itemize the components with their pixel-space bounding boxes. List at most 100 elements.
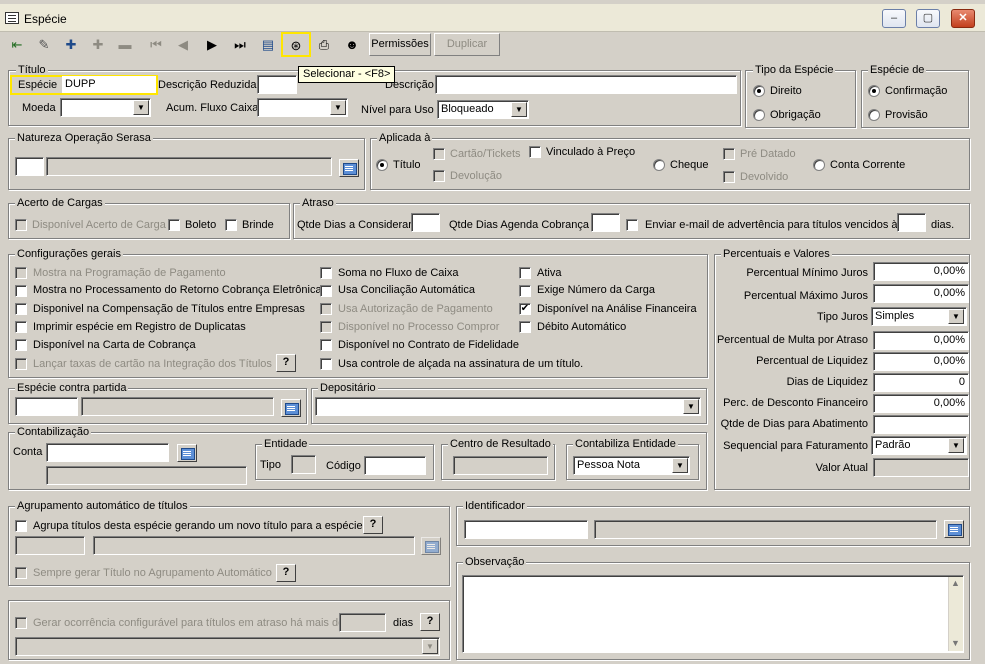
cheque-label: Cheque	[670, 159, 709, 171]
previous-record-icon[interactable]: ◀	[170, 32, 196, 57]
duplicar-button[interactable]: Duplicar	[434, 33, 500, 56]
add-icon[interactable]: ✚	[58, 32, 84, 57]
remove-icon[interactable]: ▬	[112, 32, 138, 57]
exit-icon[interactable]: ⇤	[4, 32, 30, 57]
next-record-icon[interactable]: ▶	[199, 32, 225, 57]
maximize-button[interactable]: ▢	[916, 9, 940, 28]
observacao-textarea[interactable]	[462, 575, 964, 653]
contra-partida-code-input[interactable]	[15, 397, 78, 416]
devolvido-checkbox[interactable]	[723, 171, 735, 183]
codigo-input[interactable]	[364, 456, 426, 475]
qtde-dias-label: Qtde Dias a Considerar	[297, 219, 412, 231]
sequencial-dropdown-icon[interactable]: ▼	[948, 438, 964, 453]
valor-atual-input	[873, 458, 969, 477]
especie-input[interactable]: DUPP	[62, 76, 156, 93]
moeda-dropdown-icon[interactable]: ▼	[133, 100, 149, 115]
scroll-up-icon[interactable]: ▲	[951, 578, 960, 588]
first-record-icon[interactable]: ⏮	[143, 32, 169, 57]
depositario-select[interactable]	[315, 397, 701, 416]
enviar-dias-input[interactable]	[897, 213, 926, 232]
config-checkbox[interactable]	[15, 285, 27, 297]
config-checkbox[interactable]	[15, 358, 27, 370]
close-button[interactable]: ✕	[951, 9, 975, 28]
qtde-dias-input[interactable]	[411, 213, 440, 232]
sempre-checkbox[interactable]	[15, 567, 27, 579]
descricao-reduzida-input[interactable]	[257, 75, 297, 94]
cartao-checkbox[interactable]	[433, 148, 445, 160]
disponivel-acerto-checkbox[interactable]	[15, 219, 27, 231]
ocorrencia-help-button[interactable]: ?	[420, 613, 440, 631]
config-checkbox[interactable]	[320, 321, 332, 333]
conta-corrente-radio[interactable]	[813, 159, 825, 171]
config-label: Soma no Fluxo de Caixa	[338, 267, 459, 279]
list-icon[interactable]: ▤	[255, 32, 281, 57]
boleto-checkbox[interactable]	[168, 219, 180, 231]
percentual-input[interactable]: 0,00%	[873, 331, 969, 350]
qtde-agenda-input[interactable]	[591, 213, 620, 232]
config-checkbox[interactable]	[15, 339, 27, 351]
devolucao-checkbox[interactable]	[433, 170, 445, 182]
direito-radio[interactable]	[753, 85, 765, 97]
config-checkbox[interactable]	[320, 303, 332, 315]
agrupa-lookup-icon[interactable]	[421, 537, 441, 555]
binoculars-icon[interactable]: ⊛	[281, 32, 311, 57]
contra-partida-lookup-icon[interactable]	[281, 399, 301, 417]
help-button[interactable]: ?	[276, 354, 296, 372]
last-record-icon[interactable]: ⏭	[227, 32, 253, 57]
config-checkbox[interactable]	[519, 267, 531, 279]
descricao-input[interactable]	[435, 75, 737, 94]
percentual-label: Qtde de Dias para Abatimento	[720, 418, 868, 430]
percentual-input[interactable]: 0,00%	[873, 262, 969, 281]
config-checkbox[interactable]	[15, 321, 27, 333]
config-checkbox[interactable]	[15, 267, 27, 279]
nivel-uso-dropdown-icon[interactable]: ▼	[511, 102, 527, 117]
obrigacao-radio[interactable]	[753, 109, 765, 121]
pre-datado-checkbox[interactable]	[723, 148, 735, 160]
provisao-radio[interactable]	[868, 109, 880, 121]
natureza-code-input[interactable]	[15, 157, 44, 176]
user-icon[interactable]: ☻	[339, 32, 365, 57]
percentual-input[interactable]: 0,00%	[873, 284, 969, 303]
config-checkbox[interactable]	[320, 267, 332, 279]
abatimento-input[interactable]	[873, 415, 969, 434]
enviar-email-checkbox[interactable]	[626, 219, 638, 231]
vinculado-checkbox[interactable]	[529, 146, 541, 158]
contab-entidade-dropdown-icon[interactable]: ▼	[672, 458, 688, 473]
titulo-radio[interactable]	[376, 159, 388, 171]
tipo-juros-dropdown-icon[interactable]: ▼	[948, 309, 964, 324]
ocorrencia-checkbox[interactable]	[15, 617, 27, 629]
dias-liquidez-input[interactable]: 0	[873, 373, 969, 392]
confirmacao-radio[interactable]	[868, 85, 880, 97]
agrupa-checkbox[interactable]	[15, 520, 27, 532]
config-checkbox[interactable]	[320, 285, 332, 297]
print-icon[interactable]: ⎙	[311, 32, 337, 57]
permissoes-button[interactable]: Permissões	[369, 33, 431, 56]
agrupa-help-button[interactable]: ?	[363, 516, 383, 534]
direito-label: Direito	[770, 85, 802, 97]
config-checkbox[interactable]	[15, 303, 27, 315]
percentual-label: Percentual Mínimo Juros	[746, 267, 868, 279]
add-child-icon[interactable]: ✚	[85, 32, 111, 57]
acum-fluxo-dropdown-icon[interactable]: ▼	[330, 100, 346, 115]
ocorrencia-dropdown-icon[interactable]: ▼	[422, 639, 438, 654]
config-checkbox[interactable]	[320, 339, 332, 351]
brinde-checkbox[interactable]	[225, 219, 237, 231]
depositario-dropdown-icon[interactable]: ▼	[683, 399, 699, 414]
conta-input[interactable]	[46, 443, 169, 462]
contra-partida-desc-input	[81, 397, 274, 416]
identificador-lookup-icon[interactable]	[944, 520, 964, 538]
percentual-input[interactable]: 0,00%	[873, 352, 969, 371]
config-checkbox[interactable]	[519, 285, 531, 297]
conta-lookup-icon[interactable]	[177, 444, 197, 462]
config-checkbox[interactable]	[519, 321, 531, 333]
cheque-radio[interactable]	[653, 159, 665, 171]
scroll-down-icon[interactable]: ▼	[951, 638, 960, 648]
natureza-lookup-icon[interactable]	[339, 159, 359, 177]
config-checkbox-checked[interactable]: ✔	[519, 303, 531, 315]
minimize-button[interactable]: –	[882, 9, 906, 28]
sempre-help-button[interactable]: ?	[276, 564, 296, 582]
percentual-input[interactable]: 0,00%	[873, 394, 969, 413]
config-checkbox[interactable]	[320, 358, 332, 370]
edit-icon[interactable]: ✎	[31, 32, 57, 57]
identificador-code-input[interactable]	[464, 520, 588, 539]
